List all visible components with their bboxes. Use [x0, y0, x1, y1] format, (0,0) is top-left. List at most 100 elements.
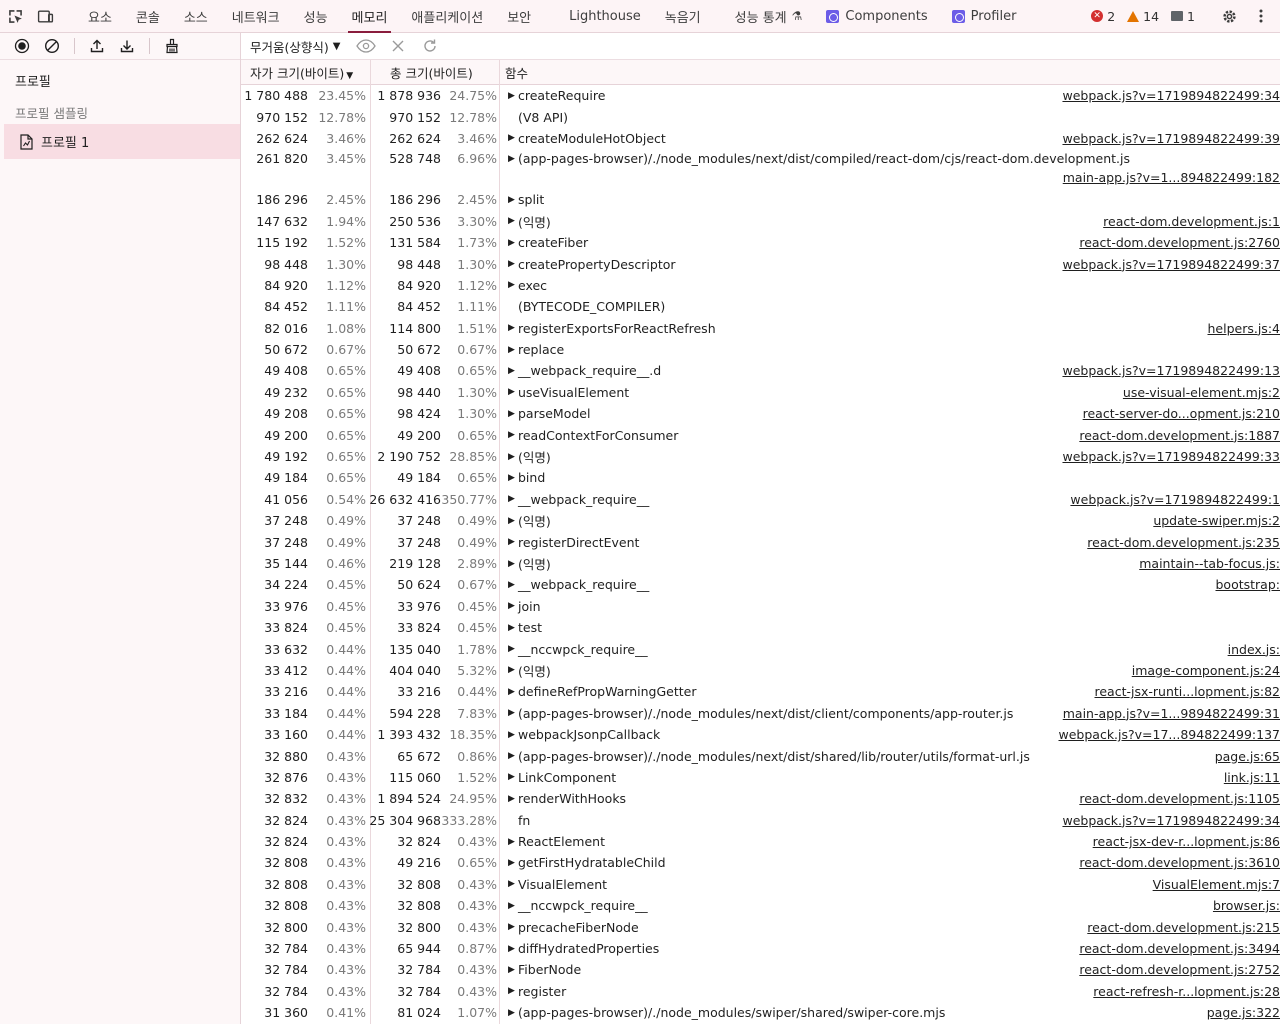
expand-triangle-icon[interactable]: ▶ — [508, 794, 518, 804]
expand-triangle-icon[interactable]: ▶ — [508, 837, 518, 847]
table-row[interactable]: 262 624 3.46% 262 624 3.46% ▶ createModuleHot… — [241, 128, 1280, 149]
record-icon[interactable] — [12, 36, 32, 56]
table-row[interactable]: 35 144 0.46% 219 128 2.89% ▶ (익명) maintain--ta… — [241, 553, 1280, 574]
table-row[interactable]: 33 976 0.45% 33 976 0.45% ▶ join — [241, 596, 1280, 617]
tab-profiler[interactable]: Profiler — [940, 0, 1029, 32]
table-row[interactable]: 34 224 0.45% 50 624 0.67% ▶ __webpack_require… — [241, 574, 1280, 595]
table-row[interactable]: 147 632 1.94% 250 536 3.30% ▶ (익명) react-dom.d… — [241, 211, 1280, 232]
table-row[interactable]: 49 184 0.65% 49 184 0.65% ▶ bind — [241, 467, 1280, 488]
table-row[interactable]: 32 824 0.43% 32 824 0.43% ▶ ReactElement react… — [241, 831, 1280, 852]
source-link[interactable]: react-dom.development.js:215 — [1087, 920, 1280, 935]
source-link[interactable]: react-dom.development.js:1105 — [1079, 791, 1280, 806]
gear-icon[interactable] — [1216, 3, 1242, 29]
tab-components[interactable]: Components — [814, 0, 939, 32]
tab-console[interactable]: 콘솔 — [124, 0, 172, 32]
expand-triangle-icon[interactable]: ▶ — [508, 345, 518, 355]
expand-triangle-icon[interactable]: ▶ — [508, 623, 518, 633]
source-link[interactable]: main-app.js?v=1...894822499:182 — [1063, 170, 1280, 185]
source-link[interactable]: VisualElement.mjs:7 — [1153, 877, 1280, 892]
expand-triangle-icon[interactable]: ▶ — [508, 944, 518, 954]
more-options-icon[interactable] — [1248, 3, 1274, 29]
table-row[interactable]: 33 216 0.44% 33 216 0.44% ▶ defineRefPropWarn… — [241, 681, 1280, 702]
source-link[interactable]: react-dom.development.js:2760 — [1079, 235, 1280, 250]
expand-triangle-icon[interactable]: ▶ — [508, 644, 518, 654]
source-link[interactable]: image-component.js:24 — [1132, 663, 1280, 678]
tab-memory[interactable]: 메모리 — [340, 0, 400, 33]
table-row[interactable]: 33 632 0.44% 135 040 1.78% ▶ __nccwpck_requir… — [241, 638, 1280, 659]
source-link[interactable]: index.js: — [1228, 642, 1280, 657]
table-row[interactable]: 32 824 0.43%25 304 968333.28% ▶fn webpack.j… — [241, 810, 1280, 831]
expand-triangle-icon[interactable]: ▶ — [508, 195, 518, 205]
expand-triangle-icon[interactable]: ▶ — [508, 280, 518, 290]
message-count[interactable]: 1 — [1166, 9, 1200, 24]
table-row[interactable]: 31 360 0.41% 81 024 1.07% ▶ (app-pages-browse… — [241, 1002, 1280, 1023]
expand-triangle-icon[interactable]: ▶ — [508, 154, 518, 164]
expand-triangle-icon[interactable]: ▶ — [508, 366, 518, 376]
inspect-element-icon[interactable] — [0, 0, 30, 32]
expand-triangle-icon[interactable]: ▶ — [508, 965, 518, 975]
expand-triangle-icon[interactable]: ▶ — [508, 772, 518, 782]
tab-lighthouse[interactable]: Lighthouse — [557, 0, 653, 32]
table-row[interactable]: 261 820 3.45% 528 748 6.96% ▶ (app-pages-brow… — [241, 149, 1280, 189]
close-icon[interactable] — [386, 34, 410, 58]
source-link[interactable]: react-dom.development.js:3610 — [1079, 855, 1280, 870]
source-link[interactable]: page.js:65 — [1215, 749, 1280, 764]
expand-triangle-icon[interactable]: ▶ — [508, 1008, 518, 1018]
refresh-icon[interactable] — [418, 34, 442, 58]
table-row[interactable]: 32 880 0.43% 65 672 0.86% ▶ (app-pages-browse… — [241, 745, 1280, 766]
table-row[interactable]: 37 248 0.49% 37 248 0.49% ▶ registerDirectEve… — [241, 531, 1280, 552]
profile-item[interactable]: 프로필 1 — [4, 124, 240, 159]
table-row[interactable]: 50 672 0.67% 50 672 0.67% ▶ replace — [241, 339, 1280, 360]
source-link[interactable]: page.js:322 — [1207, 1005, 1280, 1020]
table-row[interactable]: 115 192 1.52% 131 584 1.73% ▶ createFiber reac… — [241, 232, 1280, 253]
table-row[interactable]: 32 876 0.43% 115 060 1.52% ▶ LinkComponent lin… — [241, 767, 1280, 788]
source-link[interactable]: react-dom.development.js:1887 — [1079, 428, 1280, 443]
expand-triangle-icon[interactable]: ▶ — [508, 879, 518, 889]
source-link[interactable]: browser.js: — [1213, 898, 1280, 913]
source-link[interactable]: link.js:11 — [1224, 770, 1280, 785]
expand-triangle-icon[interactable]: ▶ — [508, 409, 518, 419]
expand-triangle-icon[interactable]: ▶ — [508, 751, 518, 761]
table-row[interactable]: 98 448 1.30% 98 448 1.30% ▶ createPropertyDes… — [241, 253, 1280, 274]
expand-triangle-icon[interactable]: ▶ — [508, 986, 518, 996]
collect-garbage-icon[interactable] — [162, 36, 182, 56]
expand-triangle-icon[interactable]: ▶ — [508, 216, 518, 226]
source-link[interactable]: webpack.js?v=1719894822499:39 — [1062, 131, 1280, 146]
expand-triangle-icon[interactable]: ▶ — [508, 922, 518, 932]
table-row[interactable]: 49 192 0.65% 2 190 752 28.85% ▶ (익명) webpack.j… — [241, 446, 1280, 467]
table-row[interactable]: 32 784 0.43% 65 944 0.87% ▶ diffHydratedPrope… — [241, 938, 1280, 959]
tab-performance[interactable]: 성능 — [292, 0, 340, 32]
source-link[interactable]: react-dom.development.js:3494 — [1079, 941, 1280, 956]
expand-triangle-icon[interactable]: ▶ — [508, 259, 518, 269]
expand-triangle-icon[interactable]: ▶ — [508, 516, 518, 526]
table-row[interactable]: 32 808 0.43% 32 808 0.43% ▶ VisualElement Visu… — [241, 874, 1280, 895]
table-row[interactable]: 84 452 1.11% 84 452 1.11% ▶(BYTECODE_COMPILE… — [241, 296, 1280, 317]
tab-performance-insights[interactable]: 성능 통계 ⚗ — [723, 0, 815, 32]
device-toolbar-icon[interactable] — [30, 0, 60, 32]
table-row[interactable]: 32 784 0.43% 32 784 0.43% ▶ FiberNode react-do… — [241, 959, 1280, 980]
table-row[interactable]: 49 408 0.65% 49 408 0.65% ▶ __webpack_require… — [241, 360, 1280, 381]
table-row[interactable]: 33 824 0.45% 33 824 0.45% ▶ test — [241, 617, 1280, 638]
expand-triangle-icon[interactable]: ▶ — [508, 665, 518, 675]
table-row[interactable]: 32 784 0.43% 32 784 0.43% ▶ register react-ref… — [241, 981, 1280, 1002]
source-link[interactable]: webpack.js?v=17...894822499:137 — [1059, 727, 1280, 742]
expand-triangle-icon[interactable]: ▶ — [508, 323, 518, 333]
table-row[interactable]: 49 232 0.65% 98 440 1.30% ▶ useVisualElement u… — [241, 382, 1280, 403]
table-row[interactable]: 186 296 2.45% 186 296 2.45% ▶ split — [241, 189, 1280, 210]
table-row[interactable]: 32 800 0.43% 32 800 0.43% ▶ precacheFiberNode… — [241, 916, 1280, 937]
expand-triangle-icon[interactable]: ▶ — [508, 601, 518, 611]
source-link[interactable]: react-server-do...opment.js:210 — [1083, 406, 1280, 421]
table-row[interactable]: 970 152 12.78% 970 152 12.78% ▶(V8 API) — [241, 106, 1280, 127]
table-row[interactable]: 33 160 0.44% 1 393 432 18.35% ▶ webpackJsonpC… — [241, 724, 1280, 745]
source-link[interactable]: react-jsx-runti...lopment.js:82 — [1095, 684, 1280, 699]
source-link[interactable]: react-dom.development.js:235 — [1087, 535, 1280, 550]
source-link[interactable]: maintain--tab-focus.js: — [1139, 556, 1280, 571]
table-row[interactable]: 84 920 1.12% 84 920 1.12% ▶ exec — [241, 275, 1280, 296]
expand-triangle-icon[interactable]: ▶ — [508, 580, 518, 590]
source-link[interactable]: webpack.js?v=1719894822499:1 — [1070, 492, 1280, 507]
tab-recorder[interactable]: 녹음기 — [653, 0, 713, 32]
source-link[interactable]: react-dom.development.js:1 — [1103, 214, 1280, 229]
expand-triangle-icon[interactable]: ▶ — [508, 687, 518, 697]
table-row[interactable]: 33 412 0.44% 404 040 5.32% ▶ (익명) image-compon… — [241, 660, 1280, 681]
table-row[interactable]: 49 200 0.65% 49 200 0.65% ▶ readContextForCon… — [241, 424, 1280, 445]
